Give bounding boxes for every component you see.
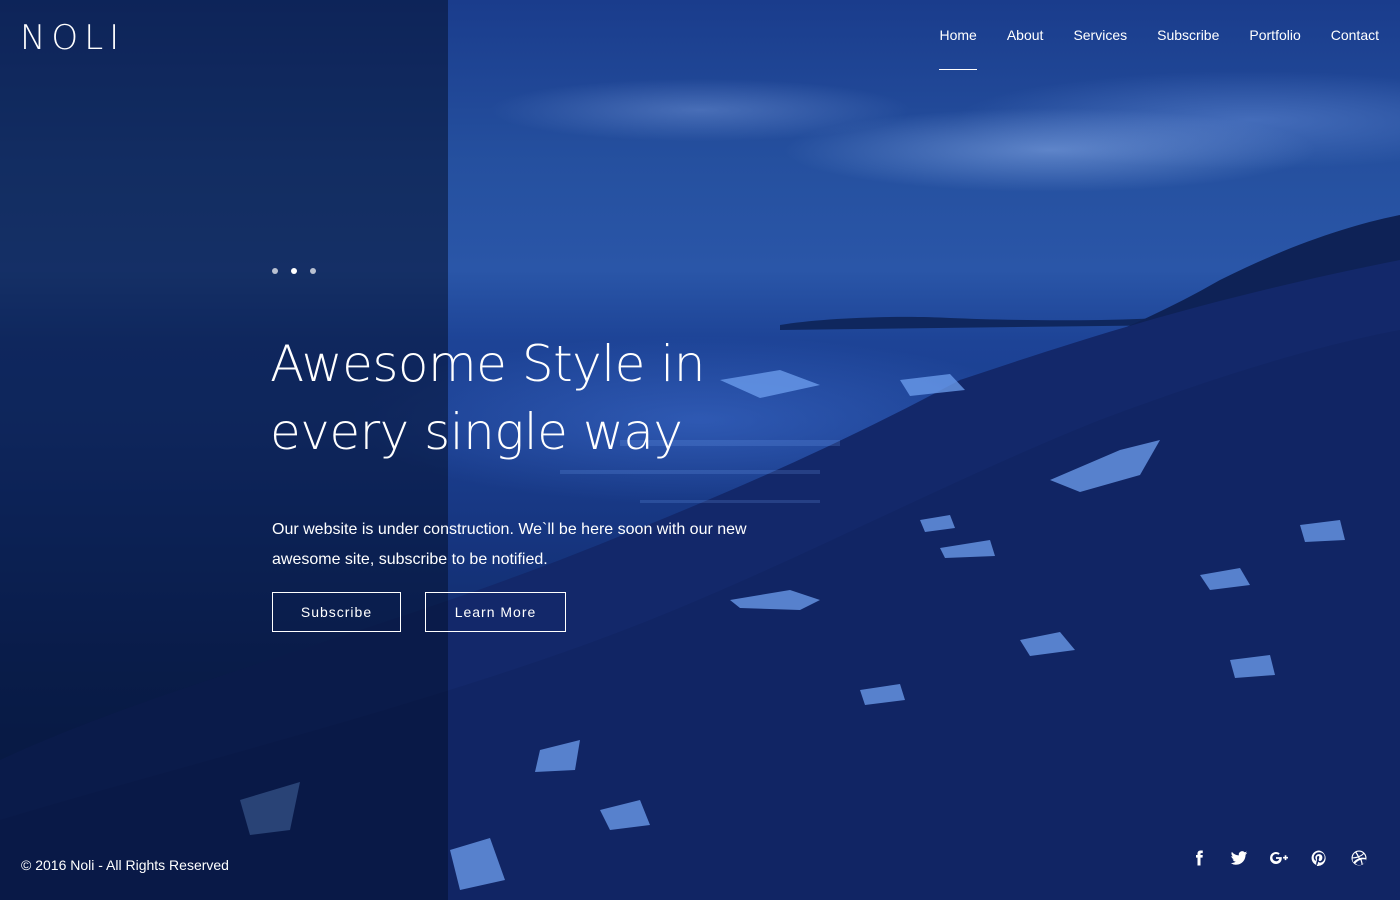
- pinterest-icon[interactable]: [1309, 848, 1329, 868]
- hero-description: Our website is under construction. We`ll…: [272, 515, 802, 575]
- slider-dots: [272, 268, 316, 274]
- slider-dot-2[interactable]: [291, 268, 297, 274]
- facebook-icon[interactable]: [1189, 848, 1209, 868]
- nav-item-contact[interactable]: Contact: [1331, 26, 1379, 44]
- slider-dot-3[interactable]: [310, 268, 316, 274]
- site-logo[interactable]: NOLI: [20, 20, 125, 56]
- hero-headline-line-2: every single way: [270, 403, 683, 461]
- copyright-text: © 2016 Noli - All Rights Reserved: [21, 857, 229, 873]
- main-navigation: Home About Services Subscribe Portfolio …: [909, 26, 1379, 70]
- subscribe-button[interactable]: Subscribe: [272, 592, 401, 632]
- social-links: [1189, 848, 1369, 868]
- hero-headline: Awesome Style in every single way: [270, 330, 790, 466]
- dribbble-icon[interactable]: [1349, 848, 1369, 868]
- hero-description-line-2: awesome site, subscribe to be notified.: [272, 551, 548, 568]
- twitter-icon[interactable]: [1229, 848, 1249, 868]
- nav-item-services[interactable]: Services: [1073, 26, 1127, 44]
- nav-item-portfolio[interactable]: Portfolio: [1249, 26, 1300, 44]
- hero-headline-line-1: Awesome Style in: [270, 335, 705, 393]
- nav-item-home[interactable]: Home: [939, 26, 978, 70]
- nav-item-about[interactable]: About: [1007, 26, 1044, 44]
- slider-dot-1[interactable]: [272, 268, 278, 274]
- learn-more-button[interactable]: Learn More: [425, 592, 566, 632]
- hero-description-line-1: Our website is under construction. We`ll…: [272, 521, 747, 538]
- nav-item-subscribe[interactable]: Subscribe: [1157, 26, 1219, 44]
- google-plus-icon[interactable]: [1269, 848, 1289, 868]
